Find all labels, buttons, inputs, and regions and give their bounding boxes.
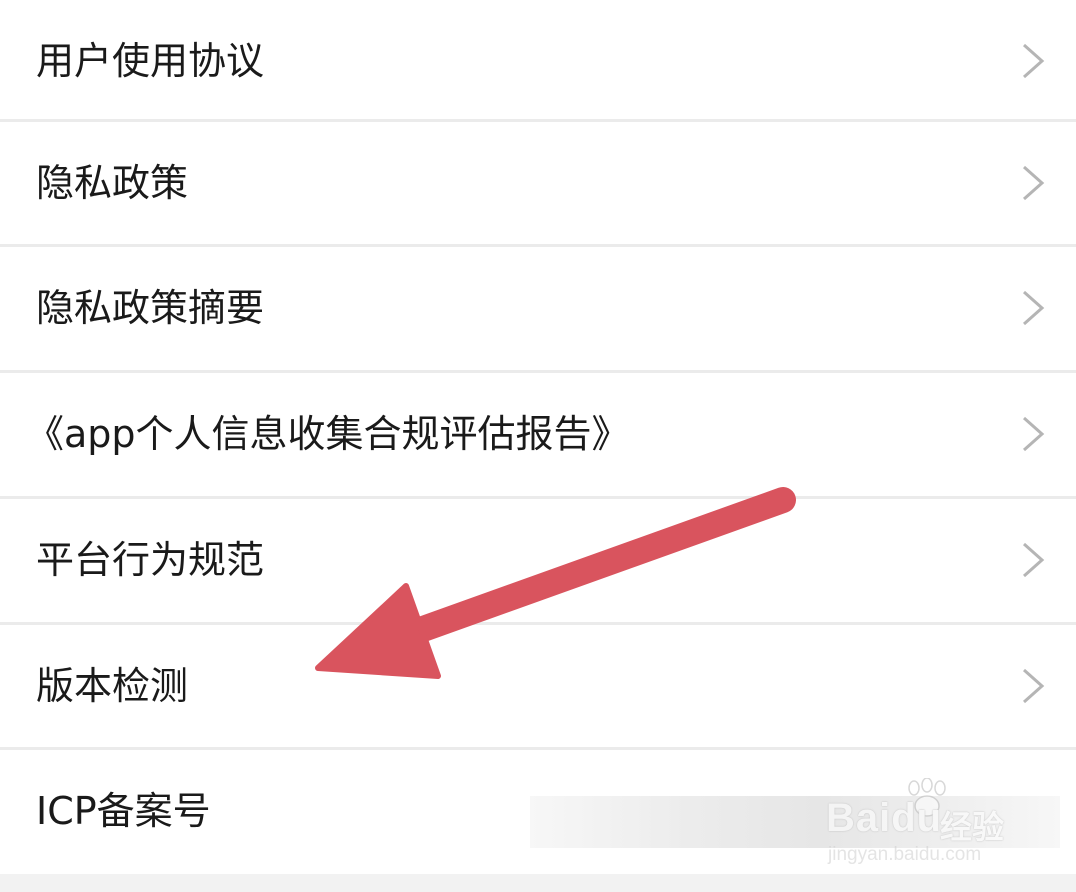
watermark-url: jingyan.baidu.com	[828, 844, 982, 865]
chevron-right-icon	[1023, 165, 1045, 201]
chevron-right-icon	[1023, 43, 1045, 79]
baidu-jingyan-watermark: Baidu 经验 jingyan.baidu.com	[822, 778, 1032, 868]
chevron-right-icon	[1023, 290, 1045, 326]
settings-item-label: 隐私政策摘要	[36, 286, 265, 330]
settings-item-label: ICP备案号	[36, 789, 211, 833]
watermark-brand: Baidu	[826, 796, 943, 840]
settings-item-version-check[interactable]: 版本检测	[0, 625, 1076, 747]
settings-item-label: 隐私政策	[36, 161, 189, 205]
chevron-right-icon	[1023, 668, 1045, 704]
chevron-right-icon	[1023, 542, 1045, 578]
app-settings-screen: 用户使用协议 隐私政策 隐私政策摘要 《app个人信息收集合规评估报告》 平台行…	[0, 0, 1076, 892]
settings-item-privacy-policy[interactable]: 隐私政策	[0, 122, 1076, 244]
chevron-right-icon	[1023, 416, 1045, 452]
settings-item-platform-rules[interactable]: 平台行为规范	[0, 499, 1076, 621]
settings-item-label: 《app个人信息收集合规评估报告》	[26, 412, 630, 456]
settings-item-user-agreement[interactable]: 用户使用协议	[0, 0, 1076, 122]
settings-item-label: 平台行为规范	[36, 538, 265, 582]
watermark-brand-cn: 经验	[940, 809, 1005, 845]
settings-list: 用户使用协议 隐私政策 隐私政策摘要 《app个人信息收集合规评估报告》 平台行…	[0, 0, 1076, 874]
settings-item-privacy-summary[interactable]: 隐私政策摘要	[0, 247, 1076, 369]
settings-item-compliance-report[interactable]: 《app个人信息收集合规评估报告》	[0, 373, 1076, 495]
settings-item-label: 版本检测	[36, 664, 189, 708]
settings-item-label: 用户使用协议	[36, 39, 265, 83]
